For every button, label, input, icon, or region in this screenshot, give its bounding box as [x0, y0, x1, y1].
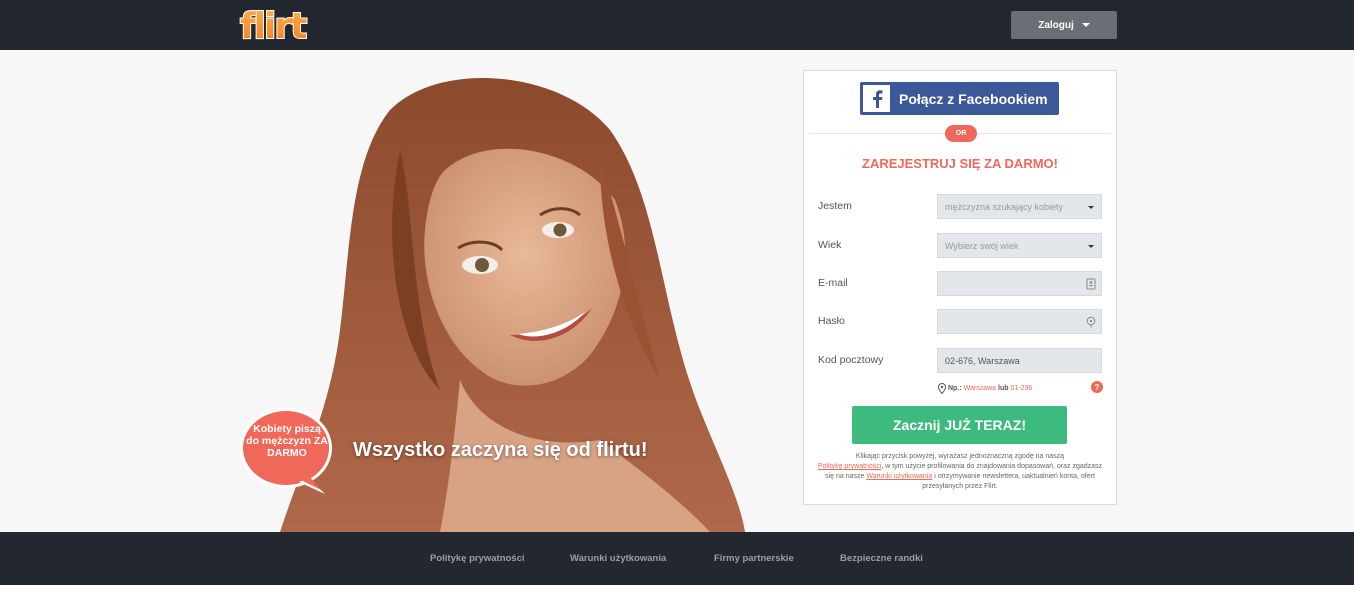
register-title: ZAREJESTRUJ SIĘ ZA DARMO!: [862, 156, 1058, 171]
flirt-logo[interactable]: flirt: [238, 3, 314, 45]
or-badge: OR: [945, 125, 977, 142]
svg-text:flirt: flirt: [240, 6, 307, 45]
dropdown-arrow-icon: [1088, 206, 1094, 209]
dropdown-arrow-icon: [1088, 245, 1094, 248]
facebook-connect-button[interactable]: Połącz z Facebookiem: [860, 82, 1059, 115]
privacy-policy-link[interactable]: Politykę prywatności: [818, 463, 881, 470]
footer-link-safe-dating[interactable]: Bezpieczne randki: [840, 553, 923, 564]
hint-or: lub: [998, 384, 1009, 392]
gender-label: Jestem: [818, 200, 852, 212]
hint-prefix: Np.:: [948, 384, 962, 392]
password-row: Hasło: [818, 309, 1102, 334]
help-icon[interactable]: ?: [1091, 381, 1103, 393]
signup-panel: Połącz z Facebookiem OR ZAREJESTRUJ SIĘ …: [803, 70, 1117, 505]
postal-code-hint: Np.: Warszawa lub 01-236: [938, 382, 1032, 394]
hero-tagline: Wszystko zaczyna się od flirtu!: [353, 439, 648, 461]
gender-row: Jestem mężczyzna szukający kobiety: [818, 194, 1102, 219]
postal-code-label: Kod pocztowy: [818, 354, 884, 366]
terms-text: Klikając przycisk powyżej, wyrażasz jedn…: [817, 453, 1103, 490]
password-input[interactable]: [937, 309, 1102, 334]
hero-section: Kobiety piszą do mężczyzn ZA DARMO Wszys…: [0, 50, 1354, 532]
footer-link-terms-of-use[interactable]: Warunki użytkowania: [570, 553, 666, 564]
top-navigation-bar: flirt Zaloguj: [0, 0, 1354, 50]
login-label: Zaloguj: [1038, 19, 1074, 31]
id-card-icon: [1086, 278, 1096, 290]
age-select[interactable]: Wybierz swój wiek: [937, 233, 1102, 258]
email-label: E-mail: [818, 277, 848, 289]
map-pin-icon: [938, 382, 946, 394]
key-icon: [1086, 316, 1096, 328]
postal-code-input[interactable]: 02-676, Warszawa: [937, 348, 1102, 373]
chevron-down-icon: [1081, 23, 1090, 27]
hint-code-link[interactable]: 01-236: [1011, 385, 1033, 392]
facebook-icon: [863, 85, 890, 112]
gender-select[interactable]: mężczyzna szukający kobiety: [937, 194, 1102, 219]
email-row: E-mail: [818, 271, 1102, 296]
bubble-text: Kobiety piszą do mężczyzn ZA DARMO: [246, 423, 328, 459]
terms-of-use-link[interactable]: Warunki użytkowania: [866, 473, 932, 480]
footer-link-partner-companies[interactable]: Firmy partnerskie: [714, 553, 794, 564]
email-input[interactable]: [937, 271, 1102, 296]
login-dropdown-button[interactable]: Zaloguj: [1011, 11, 1117, 39]
postal-code-row: Kod pocztowy 02-676, Warszawa: [818, 348, 1102, 373]
password-label: Hasło: [818, 315, 845, 327]
start-now-button[interactable]: Zacznij JUŻ TERAZ!: [852, 406, 1067, 444]
age-row: Wiek Wybierz swój wiek: [818, 233, 1102, 258]
facebook-connect-label: Połącz z Facebookiem: [899, 90, 1048, 107]
hint-city-link[interactable]: Warszawa: [964, 385, 996, 392]
footer: Politykę prywatności Warunki użytkowania…: [0, 532, 1354, 585]
age-label: Wiek: [818, 239, 842, 251]
footer-link-privacy-policy[interactable]: Politykę prywatności: [430, 553, 525, 564]
